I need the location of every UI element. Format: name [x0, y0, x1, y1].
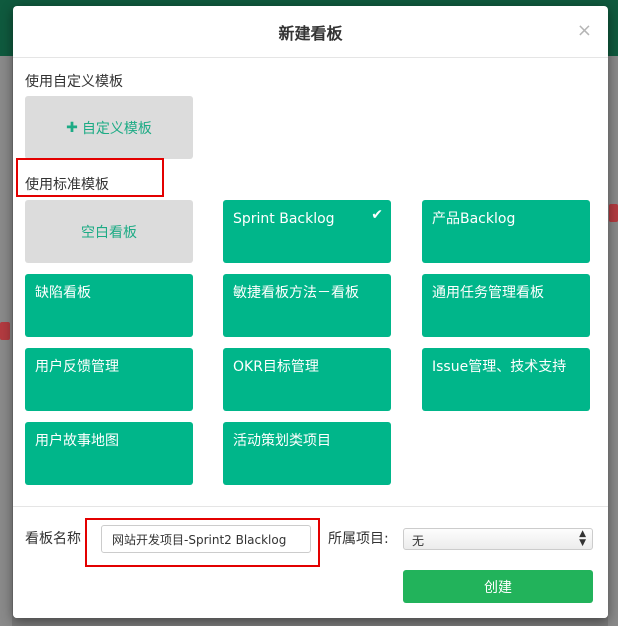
template-tile-label: 用户反馈管理: [35, 359, 119, 375]
dialog-body: 使用自定义模板 ✚ 自定义模板 使用标准模板 空白看板 Sprint Backlo…: [13, 58, 608, 506]
template-tile-label: 用户故事地图: [35, 433, 119, 449]
template-tile-label: 通用任务管理看板: [432, 285, 544, 301]
background-column: [608, 56, 618, 626]
template-tile-label: 活动策划类项目: [233, 433, 331, 449]
dialog-title: 新建看板: [278, 23, 343, 43]
template-tile[interactable]: Sprint Backlog ✔: [223, 200, 391, 263]
template-tile[interactable]: 活动策划类项目: [223, 422, 391, 485]
create-button[interactable]: 创建: [403, 570, 593, 603]
project-select-value: 无: [412, 534, 425, 548]
template-tile-label: OKR目标管理: [233, 359, 319, 375]
plus-icon: ✚: [66, 119, 78, 136]
template-tile[interactable]: 敏捷看板方法－看板: [223, 274, 391, 337]
background-badge: [0, 322, 10, 340]
template-tile-label: Issue管理、技术支持: [432, 359, 567, 375]
add-custom-template-button[interactable]: ✚ 自定义模板: [25, 96, 193, 159]
template-tile[interactable]: 用户反馈管理: [25, 348, 193, 411]
template-tile-label: 敏捷看板方法－看板: [233, 285, 359, 301]
template-tile-label: Sprint Backlog: [233, 211, 335, 227]
template-tile[interactable]: 缺陷看板: [25, 274, 193, 337]
template-tile-label: 空白看板: [81, 224, 137, 241]
board-name-label: 看板名称: [25, 531, 81, 547]
template-tile[interactable]: 用户故事地图: [25, 422, 193, 485]
project-label: 所属项目:: [328, 531, 389, 547]
standard-template-label: 使用标准模板: [25, 177, 109, 193]
close-icon[interactable]: ×: [577, 21, 592, 41]
template-tile-label: 产品Backlog: [432, 211, 516, 227]
template-tile[interactable]: 通用任务管理看板: [422, 274, 590, 337]
dialog-header: 新建看板 ×: [13, 6, 608, 58]
template-tile[interactable]: 空白看板: [25, 200, 193, 263]
template-tile[interactable]: OKR目标管理: [223, 348, 391, 411]
board-name-input[interactable]: [101, 525, 311, 553]
background-badge: [609, 204, 618, 222]
template-tile[interactable]: Issue管理、技术支持: [422, 348, 590, 411]
template-tile-label: 缺陷看板: [35, 285, 91, 301]
project-select[interactable]: 无 ▲ ▼: [403, 528, 593, 550]
template-tile[interactable]: 产品Backlog: [422, 200, 590, 263]
custom-template-label: 使用自定义模板: [25, 74, 123, 90]
background-column: [0, 56, 12, 626]
dialog-footer: 看板名称 所属项目: 无 ▲▼ 创建: [13, 506, 608, 618]
add-custom-template-label: 自定义模板: [81, 120, 152, 137]
select-arrows-icon: ▲ ▼: [579, 529, 586, 548]
new-board-dialog: 新建看板 × 使用自定义模板 ✚ 自定义模板 使用标准模板 空白看板 Sprint…: [13, 6, 608, 618]
checkmark-icon: ✔: [371, 207, 383, 223]
